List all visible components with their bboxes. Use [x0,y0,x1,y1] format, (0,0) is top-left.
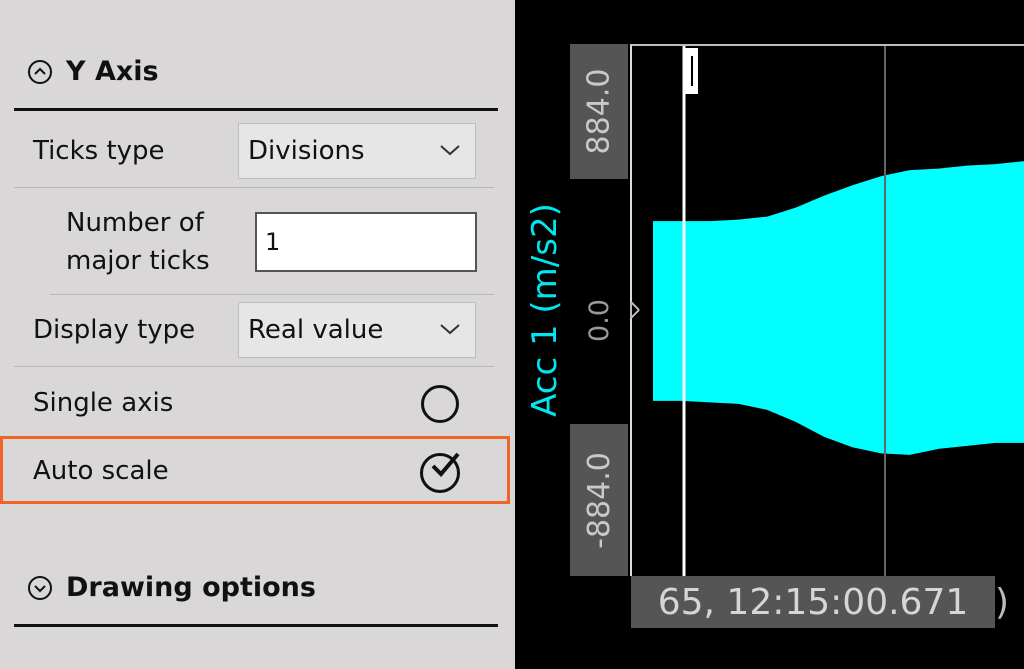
ticks-type-label: Ticks type [33,136,165,166]
cursor-time-box: 65, 12:15:00.671 [631,576,995,628]
expand-down-icon [28,575,52,600]
settings-panel: Y Axis Ticks type Divisions Number of ma… [0,0,515,669]
row-separator [14,187,494,188]
major-ticks-value: 1 [265,228,281,256]
signal-waveform [653,161,1024,455]
display-type-value: Real value [248,315,384,345]
ticks-type-dropdown[interactable]: Divisions [238,123,476,179]
y-min-tick-label: -884.0 [581,451,617,549]
y-axis-section-header[interactable]: Y Axis [28,56,159,87]
auto-scale-label: Auto scale [33,456,169,486]
y-axis-title: Y Axis [66,56,159,87]
single-axis-toggle[interactable] [421,385,459,423]
single-axis-label: Single axis [33,388,174,418]
cursor-time-label: 65, 12:15:00.671 [657,581,969,623]
chevron-down-icon [440,145,460,156]
cursor-time-tail: ) [995,581,1010,623]
major-ticks-label-line1: Number of [66,208,204,238]
drawing-options-section-header[interactable]: Drawing options [28,572,316,603]
zero-marker-icon [630,301,640,319]
ticks-type-value: Divisions [248,136,365,166]
y-max-tick-label: 884.0 [581,68,617,155]
plot-svg [630,46,1024,576]
y-axis-label: Acc 1 (m/s2) [525,203,565,417]
display-type-label: Display type [33,315,196,345]
signal-chart[interactable]: 884.0 0.0 -884.0 Acc 1 (m/s2) 65, 12:15:… [515,0,1024,669]
drawing-options-title: Drawing options [66,572,316,603]
auto-scale-toggle[interactable] [420,452,460,493]
checkmark-icon [431,452,460,477]
row-separator [50,294,494,295]
section-divider [14,108,498,111]
row-separator [14,366,494,367]
display-type-dropdown[interactable]: Real value [238,302,476,358]
major-ticks-input[interactable]: 1 [255,212,477,272]
major-ticks-label-line2: major ticks [66,246,210,276]
collapse-up-icon [28,59,52,84]
chevron-down-icon [440,324,460,335]
section-divider [14,624,498,627]
